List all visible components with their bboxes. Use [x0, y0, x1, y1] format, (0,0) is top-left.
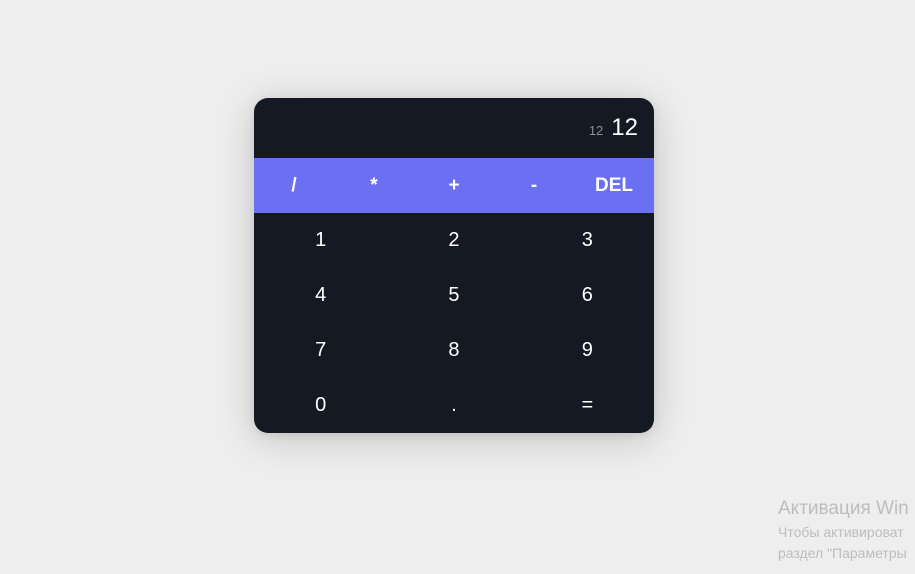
multiply-button[interactable]: *	[334, 158, 414, 213]
digit-7-button[interactable]: 7	[254, 323, 387, 378]
current-operand: 12	[611, 114, 638, 141]
subtract-button[interactable]: -	[494, 158, 574, 213]
previous-operand: 12	[588, 123, 604, 138]
digit-0-button[interactable]: 0	[254, 378, 387, 433]
delete-button[interactable]: DEL	[574, 158, 654, 213]
watermark-line-2: раздел "Параметры	[778, 545, 907, 561]
operator-row: / * + - DEL	[254, 158, 654, 213]
add-button[interactable]: +	[414, 158, 494, 213]
windows-activation-watermark: Активация Win Чтобы активироват раздел "…	[778, 496, 909, 564]
digit-1-button[interactable]: 1	[254, 213, 387, 268]
digit-6-button[interactable]: 6	[521, 268, 654, 323]
calculator: 12 12 / * + - DEL 1 2 3 4 5 6 7 8 9 0 . …	[254, 98, 654, 433]
equals-button[interactable]: =	[521, 378, 654, 433]
digit-8-button[interactable]: 8	[387, 323, 520, 378]
digit-3-button[interactable]: 3	[521, 213, 654, 268]
digit-2-button[interactable]: 2	[387, 213, 520, 268]
decimal-button[interactable]: .	[387, 378, 520, 433]
watermark-title: Активация Win	[778, 498, 909, 519]
digit-grid: 1 2 3 4 5 6 7 8 9 0 . =	[254, 213, 654, 433]
digit-4-button[interactable]: 4	[254, 268, 387, 323]
divide-button[interactable]: /	[254, 158, 334, 213]
digit-5-button[interactable]: 5	[387, 268, 520, 323]
digit-9-button[interactable]: 9	[521, 323, 654, 378]
watermark-line-1: Чтобы активироват	[778, 524, 904, 540]
calculator-display: 12 12	[254, 98, 654, 158]
